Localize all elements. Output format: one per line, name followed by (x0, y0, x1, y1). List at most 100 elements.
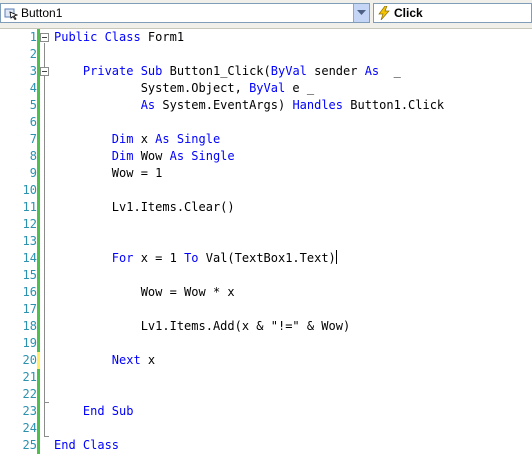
keyword-token: ByVal (270, 64, 307, 78)
code-text: As System.EventArgs) Handles Button1.Cli… (54, 97, 444, 114)
code-token: e _ (285, 81, 315, 95)
code-text: End Class (54, 437, 119, 454)
line-number: 11 (22, 200, 37, 214)
line-number: 22 (22, 387, 37, 401)
change-tracking-marker (37, 318, 40, 335)
change-tracking-marker (37, 199, 40, 216)
code-line[interactable]: 15 (0, 267, 532, 284)
code-token: Lv1.Items.Clear() (54, 200, 235, 214)
code-line[interactable]: 23 End Sub (0, 403, 532, 420)
code-line[interactable]: 21 (0, 369, 532, 386)
text-caret (335, 250, 337, 264)
code-text: Lv1.Items.Add(x & "!=" & Wow) (54, 318, 351, 335)
keyword-token: End Sub (82, 404, 134, 418)
code-line[interactable]: 4 System.Object, ByVal e _ (0, 80, 532, 97)
code-line[interactable]: 22 (0, 386, 532, 403)
line-number: 19 (22, 336, 37, 350)
code-token: Form1 (140, 30, 185, 44)
code-token: Button1.Click (343, 98, 445, 112)
event-dropdown-value: Click (394, 6, 423, 20)
change-tracking-marker (37, 352, 40, 369)
keyword-token: Private Sub (82, 64, 163, 78)
keyword-token: For (111, 251, 134, 265)
code-text: Private Sub Button1_Click(ByVal sender A… (54, 63, 401, 80)
change-tracking-marker (37, 29, 40, 46)
control-icon (4, 6, 19, 21)
keyword-token: To (184, 251, 199, 265)
code-line[interactable]: 16 Wow = Wow * x (0, 284, 532, 301)
code-text: End Sub (54, 403, 134, 420)
keyword-token: As (140, 98, 156, 112)
lightning-icon (377, 5, 391, 21)
code-line[interactable]: 10 (0, 182, 532, 199)
code-line[interactable]: 7 Dim x As Single (0, 131, 532, 148)
line-number: 23 (22, 404, 37, 418)
change-tracking-marker (37, 80, 40, 97)
keyword-token: As (364, 64, 380, 78)
code-line[interactable]: 12 (0, 216, 532, 233)
code-line[interactable]: 6 (0, 114, 532, 131)
keyword-token: As Single (155, 132, 221, 146)
change-tracking-marker (37, 97, 40, 114)
line-number: 1 (29, 30, 37, 44)
change-tracking-marker (37, 335, 40, 352)
keyword-token: ByVal (249, 81, 286, 95)
change-tracking-marker (37, 420, 40, 437)
code-line[interactable]: 13 (0, 233, 532, 250)
code-line[interactable]: 25 End Class (0, 437, 532, 454)
change-tracking-marker (37, 131, 40, 148)
change-tracking-marker (37, 250, 40, 267)
code-token: x (133, 132, 156, 146)
change-tracking-marker (37, 386, 40, 403)
code-line[interactable]: 3 Private Sub Button1_Click(ByVal sender… (0, 63, 532, 80)
line-number: 3 (29, 64, 37, 78)
code-line[interactable]: 2 (0, 46, 532, 63)
change-tracking-marker (37, 233, 40, 250)
code-token: Wow = Wow * x (54, 285, 235, 299)
code-text: Lv1.Items.Clear() (54, 199, 235, 216)
code-line[interactable]: 9 Wow = 1 (0, 165, 532, 182)
change-tracking-marker (37, 114, 40, 131)
code-line[interactable]: 8 Dim Wow As Single (0, 148, 532, 165)
code-line[interactable]: 5 As System.EventArgs) Handles Button1.C… (0, 97, 532, 114)
line-number: 12 (22, 217, 37, 231)
code-token: Button1_Click( (162, 64, 271, 78)
line-number: 25 (22, 438, 37, 452)
code-text: Wow = Wow * x (54, 284, 235, 301)
line-number: 9 (29, 166, 37, 180)
event-dropdown[interactable]: Click (373, 3, 532, 23)
change-tracking-marker (37, 403, 40, 420)
chevron-down-icon[interactable] (353, 4, 369, 22)
keyword-token: Public Class (54, 30, 141, 44)
code-line[interactable]: 20 Next x (0, 352, 532, 369)
keyword-token: As Single (169, 149, 235, 163)
code-token: System.EventArgs) (155, 98, 293, 112)
code-line[interactable]: 18 Lv1.Items.Add(x & "!=" & Wow) (0, 318, 532, 335)
code-line[interactable]: 14 For x = 1 To Val(TextBox1.Text) (0, 250, 532, 267)
code-text: System.Object, ByVal e _ (54, 80, 314, 97)
line-number: 15 (22, 268, 37, 282)
object-dropdown[interactable]: Button1 (0, 3, 370, 23)
line-number: 21 (22, 370, 37, 384)
code-line[interactable]: 19 (0, 335, 532, 352)
line-number: 14 (22, 251, 37, 265)
code-line[interactable]: 24 (0, 420, 532, 437)
code-editor[interactable]: 1 Public Class Form1 2 3 Private Sub Button… (0, 29, 532, 454)
change-tracking-marker (37, 437, 40, 454)
line-number: 6 (29, 115, 37, 129)
change-tracking-marker (37, 182, 40, 199)
code-token: sender (306, 64, 365, 78)
code-line[interactable]: 17 (0, 301, 532, 318)
code-text: Public Class Form1 (54, 29, 184, 46)
code-token: Wow = 1 (54, 166, 163, 180)
code-text: Next x (54, 352, 155, 369)
line-number: 2 (29, 47, 37, 61)
code-line[interactable]: 11 Lv1.Items.Clear() (0, 199, 532, 216)
code-token: Wow (133, 149, 170, 163)
code-token: Val(TextBox1.Text) (198, 251, 336, 265)
code-line[interactable]: 1 Public Class Form1 (0, 29, 532, 46)
